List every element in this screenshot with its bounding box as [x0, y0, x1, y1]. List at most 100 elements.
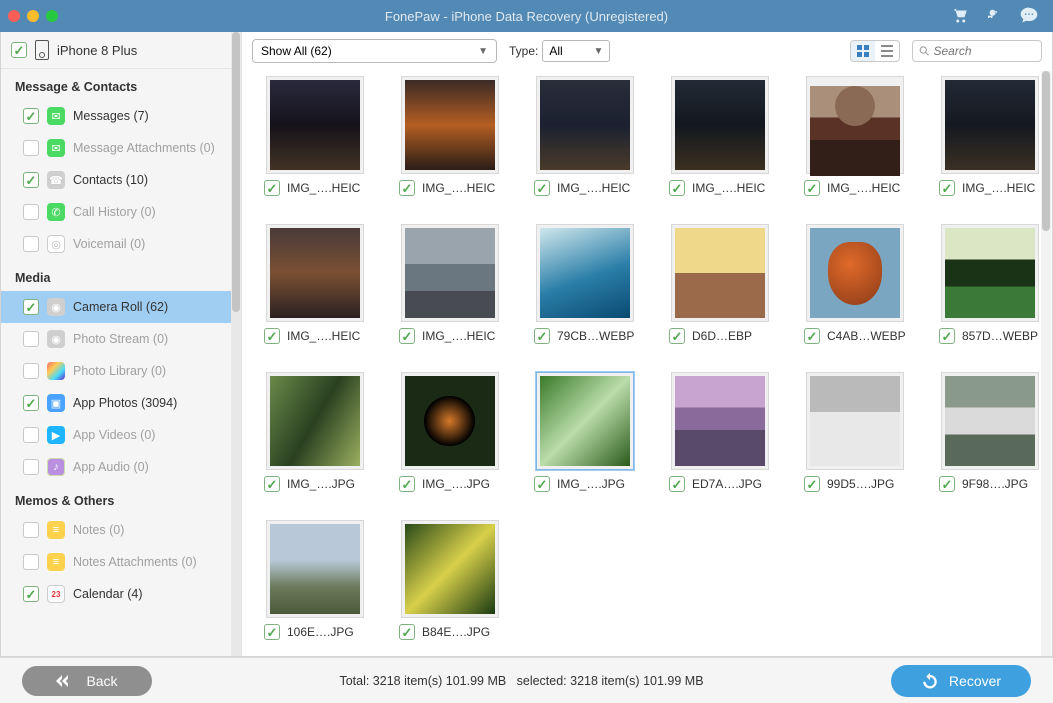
sidebar-item-messages[interactable]: ✉Messages (7) [1, 100, 241, 132]
sidebar-item-notes-attachments[interactable]: ≡Notes Attachments (0) [1, 546, 241, 578]
thumbnail-card[interactable]: IMG_….JPG [532, 372, 637, 492]
thumbnail-checkbox[interactable] [399, 476, 415, 492]
recover-button[interactable]: Recover [891, 665, 1031, 697]
sidebar-item-photo-library[interactable]: Photo Library (0) [1, 355, 241, 387]
thumbnail-checkbox[interactable] [804, 180, 820, 196]
thumbnail-image[interactable] [941, 372, 1039, 470]
thumbnail-card[interactable]: IMG_….JPG [262, 372, 367, 492]
thumbnail-checkbox[interactable] [669, 180, 685, 196]
thumbnail-checkbox[interactable] [534, 476, 550, 492]
item-checkbox[interactable] [23, 204, 39, 220]
thumbnail-checkbox[interactable] [804, 328, 820, 344]
thumbnail-image[interactable] [266, 520, 364, 618]
thumbnail-image[interactable] [266, 224, 364, 322]
sidebar-item-photo-stream[interactable]: ◉Photo Stream (0) [1, 323, 241, 355]
thumbnail-card[interactable]: B84E….JPG [397, 520, 502, 640]
thumbnail-image[interactable] [671, 76, 769, 174]
sidebar-item-voicemail[interactable]: ◎Voicemail (0) [1, 228, 241, 260]
thumbnail-card[interactable]: D6D…EBP [667, 224, 772, 344]
thumbnail-checkbox[interactable] [399, 328, 415, 344]
thumbnail-image[interactable] [941, 224, 1039, 322]
thumbnail-card[interactable]: IMG_….JPG [397, 372, 502, 492]
item-checkbox[interactable] [23, 299, 39, 315]
thumbnail-checkbox[interactable] [669, 328, 685, 344]
item-checkbox[interactable] [23, 554, 39, 570]
thumbnail-image[interactable] [401, 520, 499, 618]
sidebar-item-app-videos[interactable]: ▶App Videos (0) [1, 419, 241, 451]
filter-select[interactable]: Show All (62)▼ [252, 39, 497, 63]
sidebar-scrollbar[interactable] [231, 32, 241, 656]
item-checkbox[interactable] [23, 108, 39, 124]
thumbnail-image[interactable] [671, 224, 769, 322]
item-checkbox[interactable] [23, 586, 39, 602]
type-select[interactable]: All▼ [542, 40, 610, 62]
item-checkbox[interactable] [23, 172, 39, 188]
thumbnail-image[interactable] [536, 224, 634, 322]
thumbnail-image[interactable] [941, 76, 1039, 174]
sidebar-item-app-audio[interactable]: ♪App Audio (0) [1, 451, 241, 483]
thumbnail-card[interactable]: IMG_….HEIC [802, 76, 907, 196]
item-checkbox[interactable] [23, 140, 39, 156]
thumbnail-image[interactable] [536, 372, 634, 470]
thumbnail-checkbox[interactable] [264, 180, 280, 196]
thumbnail-checkbox[interactable] [399, 180, 415, 196]
item-checkbox[interactable] [23, 395, 39, 411]
cart-icon[interactable] [951, 6, 969, 27]
device-header[interactable]: iPhone 8 Plus [1, 32, 241, 69]
zoom-window-button[interactable] [46, 10, 58, 22]
thumbnail-card[interactable]: 106E….JPG [262, 520, 367, 640]
thumbnail-checkbox[interactable] [264, 624, 280, 640]
thumbnail-card[interactable]: 9F98….JPG [937, 372, 1042, 492]
sidebar-item-call-history[interactable]: ✆Call History (0) [1, 196, 241, 228]
search-box[interactable] [912, 40, 1042, 62]
search-input[interactable] [934, 44, 1036, 58]
thumbnail-image[interactable] [671, 372, 769, 470]
thumbnail-card[interactable]: IMG_….HEIC [397, 76, 502, 196]
thumbnail-card[interactable]: IMG_….HEIC [397, 224, 502, 344]
thumbnail-checkbox[interactable] [399, 624, 415, 640]
thumbnail-image[interactable] [806, 76, 904, 174]
thumbnail-image[interactable] [401, 372, 499, 470]
thumbnail-card[interactable]: 857D…WEBP [937, 224, 1042, 344]
thumbnail-checkbox[interactable] [939, 476, 955, 492]
thumbnail-checkbox[interactable] [939, 328, 955, 344]
thumbnail-image[interactable] [806, 224, 904, 322]
sidebar-item-contacts[interactable]: ☎Contacts (10) [1, 164, 241, 196]
thumbnail-checkbox[interactable] [534, 328, 550, 344]
thumbnail-card[interactable]: IMG_….HEIC [937, 76, 1042, 196]
sidebar-item-calendar[interactable]: 23Calendar (4) [1, 578, 241, 610]
sidebar-item-msg-attachments[interactable]: ✉Message Attachments (0) [1, 132, 241, 164]
close-window-button[interactable] [8, 10, 20, 22]
item-checkbox[interactable] [23, 331, 39, 347]
feedback-icon[interactable] [1019, 5, 1039, 28]
thumbnail-card[interactable]: IMG_….HEIC [667, 76, 772, 196]
thumbnail-checkbox[interactable] [264, 328, 280, 344]
minimize-window-button[interactable] [27, 10, 39, 22]
thumbnail-card[interactable]: 99D5….JPG [802, 372, 907, 492]
thumbnail-checkbox[interactable] [804, 476, 820, 492]
item-checkbox[interactable] [23, 522, 39, 538]
back-button[interactable]: Back [22, 666, 152, 696]
thumbnail-image[interactable] [266, 372, 364, 470]
thumbnail-checkbox[interactable] [534, 180, 550, 196]
grid-view-button[interactable] [851, 41, 875, 61]
sidebar-item-app-photos[interactable]: ▣App Photos (3094) [1, 387, 241, 419]
thumbnail-card[interactable]: ED7A….JPG [667, 372, 772, 492]
item-checkbox[interactable] [23, 459, 39, 475]
thumbnail-card[interactable]: C4AB…WEBP [802, 224, 907, 344]
thumbnail-card[interactable]: IMG_….HEIC [262, 76, 367, 196]
thumbnail-checkbox[interactable] [669, 476, 685, 492]
thumbnail-image[interactable] [536, 76, 634, 174]
gallery-scrollbar[interactable] [1041, 71, 1051, 656]
thumbnail-checkbox[interactable] [939, 180, 955, 196]
list-view-button[interactable] [875, 41, 899, 61]
thumbnail-image[interactable] [401, 76, 499, 174]
sidebar-item-notes[interactable]: ≡Notes (0) [1, 514, 241, 546]
key-icon[interactable] [985, 6, 1003, 27]
thumbnail-image[interactable] [806, 372, 904, 470]
thumbnail-card[interactable]: IMG_….HEIC [262, 224, 367, 344]
item-checkbox[interactable] [23, 236, 39, 252]
thumbnail-card[interactable]: 79CB…WEBP [532, 224, 637, 344]
sidebar-item-camera-roll[interactable]: ◉Camera Roll (62) [1, 291, 241, 323]
thumbnail-checkbox[interactable] [264, 476, 280, 492]
